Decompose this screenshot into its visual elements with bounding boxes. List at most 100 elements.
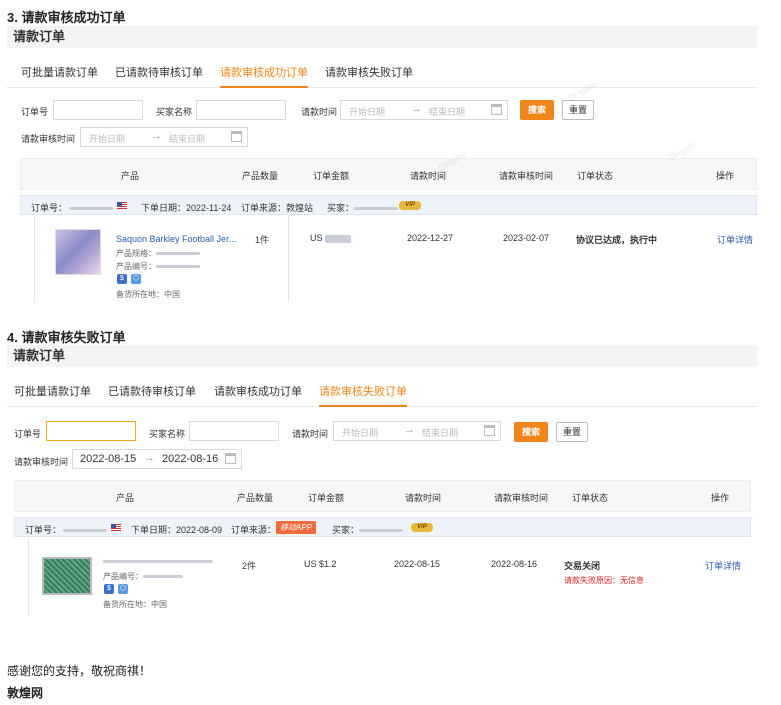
tab-pending-review[interactable]: 已请款待审核订单 xyxy=(115,62,203,88)
request-start-date: 开始日期 xyxy=(342,428,379,438)
col-review-time: 请款审核时间 xyxy=(499,171,554,181)
table-header: 产品 产品数量 订单金额 请款时间 请款审核时间 订单状态 操作 xyxy=(14,480,751,512)
order-source-tag: 移动APP xyxy=(276,521,317,534)
review-time-value: 2023-02-07 xyxy=(503,233,550,243)
product-code: 产品编号： xyxy=(116,261,200,272)
arrow-right-icon: → xyxy=(144,452,155,464)
failed-orders-panel: 请款订单 可批量请款订单 已请款待审核订单 请款审核成功订单 请款审核失败订单 … xyxy=(7,345,757,615)
calendar-icon xyxy=(484,425,495,436)
thanks-message: 感谢您的支持，敬祝商祺！ xyxy=(7,664,152,678)
order-no-label: 订单号： xyxy=(25,523,108,536)
amount-value: US $1.2 xyxy=(304,559,337,569)
tab-batch-request[interactable]: 可批量请款订单 xyxy=(14,381,91,407)
col-product: 产品 xyxy=(116,493,135,503)
us-flag-icon xyxy=(111,524,121,531)
search-button[interactable]: 搜索 xyxy=(514,422,548,442)
tab-review-success[interactable]: 请款审核成功订单 xyxy=(214,381,302,407)
col-review-time: 请款审核时间 xyxy=(494,493,549,503)
col-action: 操作 xyxy=(716,171,735,181)
calendar-icon xyxy=(491,104,502,115)
col-status: 订单状态 xyxy=(572,493,609,503)
success-orders-panel: 请款订单 可批量请款订单 已请款待审核订单 请款审核成功订单 请款审核失败订单 … xyxy=(7,26,757,302)
review-time-label: 请款审核时间 xyxy=(14,457,69,467)
section-3-heading: 3. 请款审核成功订单 xyxy=(7,10,126,25)
stock-location: 备货所在地：中国 xyxy=(116,290,180,299)
order-date-value: 2022-08-09 xyxy=(176,525,223,535)
panel-title: 请款订单 xyxy=(7,26,757,48)
col-action: 操作 xyxy=(711,493,730,503)
review-start-date: 2022-08-15 xyxy=(80,453,137,465)
product-name-link[interactable]: Saquon Barkley Football Jer... xyxy=(116,234,236,244)
order-row: 产品编号： $ ⬡ 备货所在地：中国 2件 US $1.2 2022-08-15… xyxy=(14,539,751,615)
buyer-name-input[interactable] xyxy=(189,421,279,441)
us-flag-icon xyxy=(117,202,127,209)
request-time-value: 2022-08-15 xyxy=(394,559,441,569)
request-time-range[interactable]: 开始日期 → 结束日期 xyxy=(333,421,501,441)
col-status: 订单状态 xyxy=(577,171,614,181)
order-info-bar: 订单号： 下单日期：2022-11-24 订单来源：敦煌站 买家： VIP xyxy=(20,195,757,215)
col-amount: 订单金额 xyxy=(313,171,350,181)
review-end-date: 2022-08-16 xyxy=(162,453,219,465)
reset-button[interactable]: 重置 xyxy=(556,422,588,442)
order-no-input[interactable] xyxy=(53,100,143,120)
order-no-input[interactable] xyxy=(46,421,136,441)
tab-review-failed[interactable]: 请款审核失败订单 xyxy=(325,62,413,88)
row-divider xyxy=(28,539,29,615)
col-amount: 订单金额 xyxy=(308,493,345,503)
table-header: 产品 产品数量 订单金额 请款时间 请款审核时间 订单状态 操作 xyxy=(20,158,757,190)
tab-batch-request[interactable]: 可批量请款订单 xyxy=(21,62,98,88)
order-detail-link[interactable]: 订单详情 xyxy=(717,233,753,246)
request-time-value: 2022-12-27 xyxy=(407,233,454,243)
col-request-time: 请款时间 xyxy=(410,171,447,181)
buyer-name-input[interactable] xyxy=(196,100,286,120)
product-thumbnail[interactable] xyxy=(55,229,101,275)
search-button[interactable]: 搜索 xyxy=(520,100,554,120)
tab-review-failed[interactable]: 请款审核失败订单 xyxy=(319,381,407,407)
request-time-label: 请款时间 xyxy=(301,107,338,117)
review-start-date: 开始日期 xyxy=(89,134,126,144)
col-request-time: 请款时间 xyxy=(405,493,442,503)
shield-badge-icon: ⬡ xyxy=(118,584,128,594)
vip-badge-icon: VIP xyxy=(399,201,421,210)
product-name-link[interactable] xyxy=(103,557,213,566)
review-end-date: 结束日期 xyxy=(169,134,206,144)
request-time-label: 请款时间 xyxy=(292,429,329,439)
request-start-date: 开始日期 xyxy=(349,107,386,117)
order-source-value: 敦煌站 xyxy=(286,203,314,213)
review-time-label: 请款审核时间 xyxy=(21,134,76,144)
order-status: 协议已达成，执行中 xyxy=(576,235,658,245)
col-product: 产品 xyxy=(121,171,140,181)
col-quantity: 产品数量 xyxy=(237,493,274,503)
review-time-range[interactable]: 2022-08-15 → 2022-08-16 xyxy=(72,449,242,469)
arrow-right-icon: → xyxy=(151,130,162,142)
calendar-icon xyxy=(225,453,236,464)
section-4-heading: 4. 请款审核失败订单 xyxy=(7,330,126,345)
order-date-label: 下单日期：2022-08-09 xyxy=(131,525,223,535)
order-no-label: 订单号 xyxy=(14,429,42,439)
panel-title: 请款订单 xyxy=(7,345,757,367)
fail-reason: 请款失败原因：无信息 xyxy=(564,576,644,585)
order-date-value: 2022-11-24 xyxy=(186,203,232,213)
buyer-name-label: 买家名称 xyxy=(156,107,193,117)
product-thumbnail[interactable] xyxy=(42,557,92,595)
row-divider xyxy=(288,216,289,302)
calendar-icon xyxy=(231,131,242,142)
reset-button[interactable]: 重置 xyxy=(562,100,594,120)
tab-pending-review[interactable]: 已请款待审核订单 xyxy=(108,381,196,407)
tab-bar: 可批量请款订单 已请款待审核订单 请款审核成功订单 请款审核失败订单 xyxy=(7,381,757,407)
vip-badge-icon: VIP xyxy=(411,523,433,532)
review-time-range[interactable]: 开始日期 → 结束日期 xyxy=(80,127,248,147)
tab-review-success[interactable]: 请款审核成功订单 xyxy=(220,62,308,88)
quantity-value: 1件 xyxy=(255,235,270,245)
dollar-badge-icon: $ xyxy=(104,584,114,594)
request-end-date: 结束日期 xyxy=(429,107,466,117)
product-spec: 产品规格： xyxy=(116,248,200,259)
request-time-range[interactable]: 开始日期 → 结束日期 xyxy=(340,100,508,120)
order-detail-link[interactable]: 订单详情 xyxy=(705,559,741,572)
order-date-label: 下单日期：2022-11-24 xyxy=(141,203,232,213)
amount-value: US xyxy=(310,233,352,243)
order-source: 订单来源： xyxy=(231,525,277,535)
order-status: 交易关闭 xyxy=(564,561,601,571)
row-divider xyxy=(34,216,35,302)
arrow-right-icon: → xyxy=(411,103,422,115)
